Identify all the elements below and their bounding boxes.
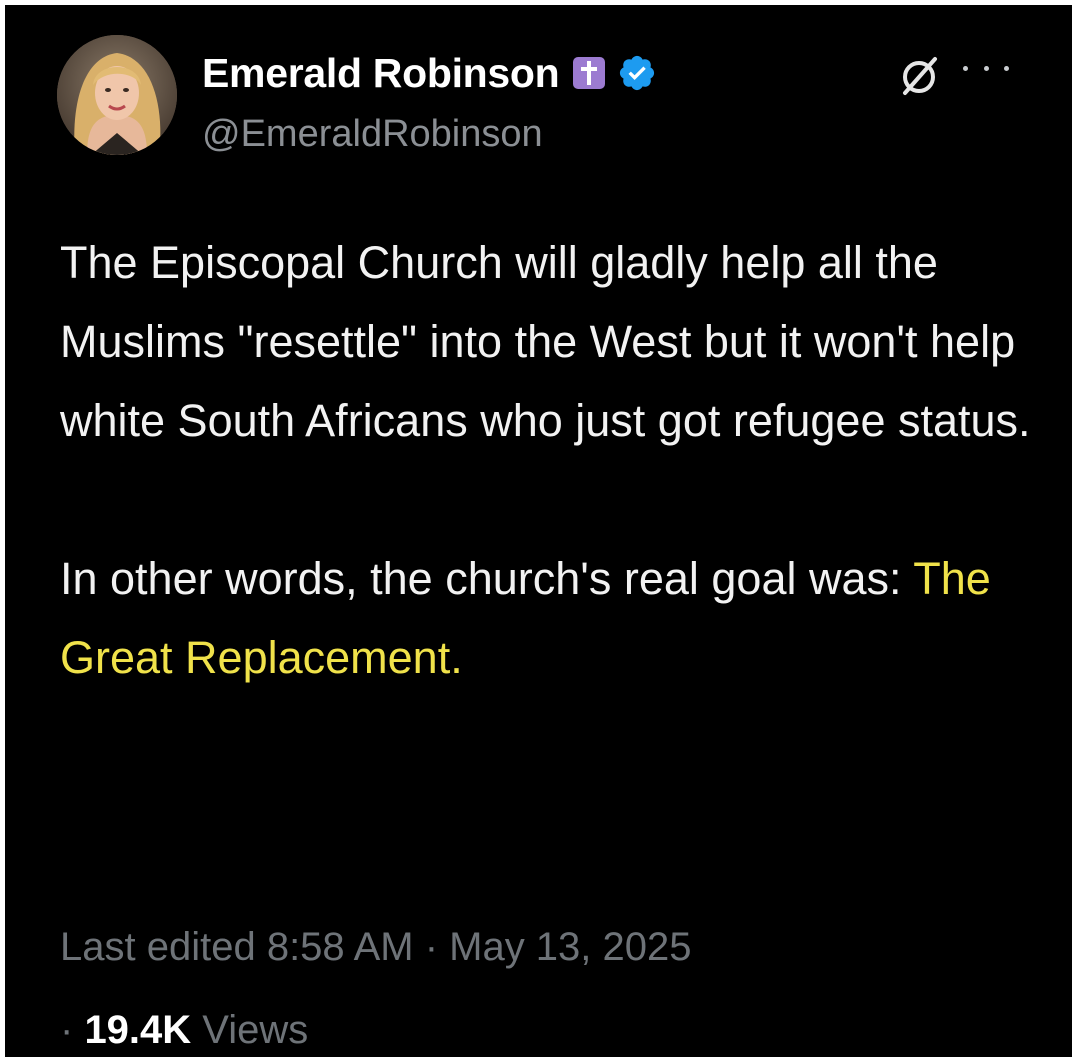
views-separator: ·: [60, 1008, 85, 1052]
avatar[interactable]: [57, 35, 177, 155]
views-label: Views: [191, 1008, 309, 1052]
author-line: Emerald Robinson: [202, 45, 657, 101]
edited-timestamp[interactable]: Last edited 8:58 AM · May 13, 2025: [60, 925, 692, 970]
tweet-paragraph-2: In other words, the church's real goal w…: [60, 539, 1050, 697]
verified-check-icon[interactable]: [617, 53, 657, 93]
more-options-icon[interactable]: [963, 63, 1009, 73]
avatar-image: [57, 35, 177, 155]
tweet-card: Emerald Robinson @EmeraldRobinson The Ep…: [5, 5, 1072, 1057]
tweet-paragraph-2-text: In other words, the church's real goal w…: [60, 553, 914, 604]
views-number: 19.4K: [84, 1008, 192, 1052]
author-handle[interactable]: @EmeraldRobinson: [202, 113, 543, 156]
author-display-name[interactable]: Emerald Robinson: [202, 50, 560, 97]
grok-icon[interactable]: [897, 55, 941, 99]
view-count: · 19.4K Views: [60, 1008, 308, 1053]
tweet-paragraph-1: The Episcopal Church will gladly help al…: [60, 237, 1031, 446]
tweet-text: The Episcopal Church will gladly help al…: [60, 223, 1050, 697]
cross-icon[interactable]: [573, 57, 606, 89]
